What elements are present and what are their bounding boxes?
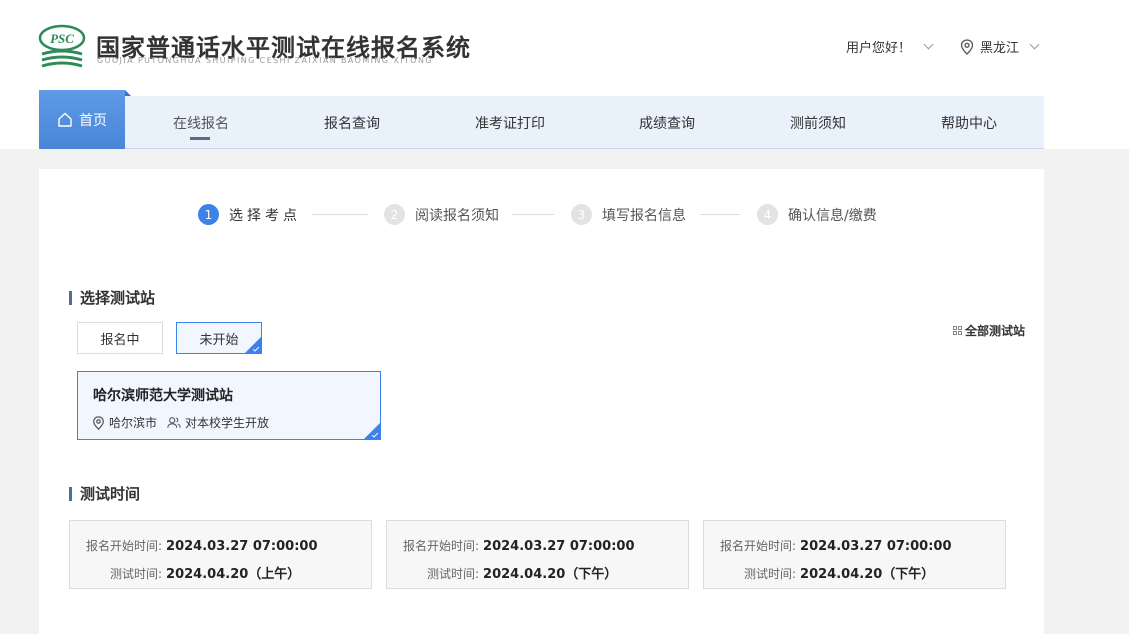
section-title-text: 选择测试站 <box>80 289 156 307</box>
site-meta: 哈尔滨市 对本校学生开放 <box>92 414 269 431</box>
step-connector <box>512 214 554 215</box>
chevron-down-icon <box>1029 39 1040 50</box>
nav-item-registration-query[interactable]: 报名查询 <box>324 113 380 133</box>
step-label: 选择考点 <box>229 207 301 224</box>
chevron-down-icon <box>923 39 934 50</box>
test-time-label: 测试时间: <box>110 567 163 581</box>
time-slot-3[interactable]: 报名开始时间: 2024.03.27 07:00:00 测试时间: 2024.0… <box>703 520 1006 589</box>
reg-start-row: 报名开始时间: 2024.03.27 07:00:00 <box>86 537 317 554</box>
test-time-value: 2024.04.20（上午） <box>166 567 301 582</box>
users-icon <box>167 417 181 428</box>
step-label: 阅读报名须知 <box>415 207 499 224</box>
reg-start-value: 2024.03.27 07:00:00 <box>800 539 952 554</box>
test-time-value: 2024.04.20（下午） <box>483 567 618 582</box>
step-number: 4 <box>757 204 778 225</box>
time-section-title: 测试时间 <box>69 483 140 504</box>
nav-item-admission-ticket[interactable]: 准考证打印 <box>475 113 545 133</box>
step-number: 2 <box>384 204 405 225</box>
reg-start-label: 报名开始时间: <box>403 539 480 553</box>
test-time-row: 测试时间: 2024.04.20（上午） <box>110 563 300 582</box>
step-label: 填写报名信息 <box>602 207 686 224</box>
user-greeting: 用户您好！ <box>846 41 912 56</box>
site-city: 哈尔滨市 <box>109 416 158 430</box>
location-pin-icon <box>93 415 104 430</box>
home-icon <box>58 112 72 127</box>
user-menu[interactable]: 用户您好！ <box>846 37 934 56</box>
region-label: 黑龙江 <box>980 41 1020 56</box>
test-time-label: 测试时间: <box>427 567 480 581</box>
tab-not-started[interactable]: 未开始 <box>176 322 262 354</box>
logo-text: PSC <box>50 31 74 46</box>
step-4: 4 确认信息/缴费 <box>757 204 877 225</box>
site-card[interactable]: 哈尔滨师范大学测试站 哈尔滨市 对本校学生开放 <box>77 371 381 440</box>
reg-start-row: 报名开始时间: 2024.03.27 07:00:00 <box>403 537 634 554</box>
site-name: 哈尔滨师范大学测试站 <box>93 388 233 404</box>
test-time-row: 测试时间: 2024.04.20（下午） <box>744 563 934 582</box>
step-1: 1 选择考点 <box>198 204 301 225</box>
location-pin-icon <box>960 38 974 55</box>
reg-start-row: 报名开始时间: 2024.03.27 07:00:00 <box>720 537 951 554</box>
nav-item-help-center[interactable]: 帮助中心 <box>941 113 997 133</box>
step-connector <box>700 214 740 215</box>
step-label: 确认信息/缴费 <box>788 207 877 224</box>
nav-item-pretest-notes[interactable]: 测前须知 <box>790 113 846 133</box>
test-time-row: 测试时间: 2024.04.20（下午） <box>427 563 617 582</box>
all-sites-label: 全部测试站 <box>965 324 1026 338</box>
region-selector[interactable]: 黑龙江 <box>960 37 1040 56</box>
test-time-value: 2024.04.20（下午） <box>800 567 935 582</box>
psc-logo: PSC <box>38 24 86 68</box>
time-slot-1[interactable]: 报名开始时间: 2024.03.27 07:00:00 测试时间: 2024.0… <box>69 520 372 589</box>
section-title-text: 测试时间 <box>80 485 141 503</box>
reg-start-value: 2024.03.27 07:00:00 <box>166 539 318 554</box>
nav-home[interactable]: 首页 <box>39 90 131 149</box>
step-3: 3 填写报名信息 <box>571 204 686 225</box>
site-open-to: 对本校学生开放 <box>185 416 270 430</box>
tab-registering[interactable]: 报名中 <box>77 322 163 354</box>
reg-start-label: 报名开始时间: <box>720 539 797 553</box>
station-section-title: 选择测试站 <box>69 287 155 308</box>
reg-start-value: 2024.03.27 07:00:00 <box>483 539 635 554</box>
nav-item-score-query[interactable]: 成绩查询 <box>639 113 695 133</box>
step-number: 3 <box>571 204 592 225</box>
step-2: 2 阅读报名须知 <box>384 204 499 225</box>
tab-label: 报名中 <box>100 332 140 348</box>
grid-icon <box>953 326 962 335</box>
reg-start-label: 报名开始时间: <box>86 539 163 553</box>
system-subtitle: GUOJIA PUTONGHUA SHUIPING CESHI ZAIXIAN … <box>97 56 433 65</box>
nav-home-label: 首页 <box>79 112 107 129</box>
nav-item-online-registration[interactable]: 在线报名 <box>173 113 229 133</box>
all-sites-link[interactable]: 全部测试站 <box>953 322 1025 339</box>
nav-active-indicator <box>190 137 210 140</box>
test-time-label: 测试时间: <box>744 567 797 581</box>
tab-label: 未开始 <box>199 332 239 348</box>
step-connector <box>312 214 368 215</box>
time-slot-2[interactable]: 报名开始时间: 2024.03.27 07:00:00 测试时间: 2024.0… <box>386 520 689 589</box>
step-number: 1 <box>198 204 219 225</box>
